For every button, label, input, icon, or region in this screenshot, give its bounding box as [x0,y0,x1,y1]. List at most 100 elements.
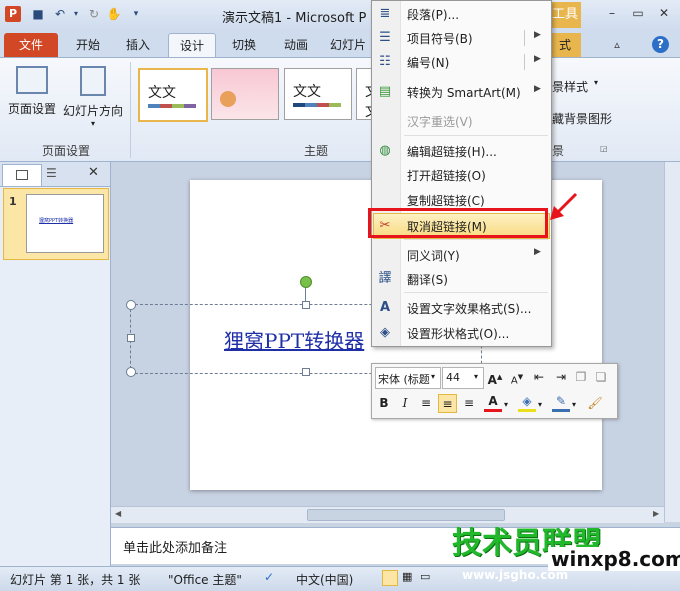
menu-item-label: 翻译(S) [407,273,448,287]
menu-item-bullets[interactable]: ☰ 项目符号(B) ▶ [374,26,549,50]
grow-font-icon[interactable]: A▲ [486,368,504,387]
save-icon[interactable]: ■ [30,6,46,22]
align-center-icon[interactable]: ≡ [438,394,457,413]
theme-color-strip [148,104,196,108]
window-title: 演示文稿1 - Microsoft P [222,11,367,26]
chevron-down-icon[interactable]: ▾ [504,400,508,409]
theme-office[interactable]: 文文 [138,68,208,122]
menu-item-convert-smartart[interactable]: ▤ 转换为 SmartArt(M) ▶ [374,80,549,104]
tab-insert[interactable]: 插入 [116,33,160,57]
menu-item-synonyms[interactable]: 同义词(Y) ▶ [374,243,549,267]
slide-hyperlink-text[interactable]: 狸窝PPT转换器 [224,325,364,354]
slide-sorter-icon[interactable]: ▦ [402,570,412,583]
normal-view-icon[interactable] [382,570,398,586]
minimize-icon[interactable]: – [600,4,624,22]
language-indicator[interactable]: 中文(中国) [296,571,353,588]
menu-item-shape-format[interactable]: ◈ 设置形状格式(O)... [374,321,549,345]
scroll-left-icon[interactable]: ◀ [115,509,121,518]
menu-item-label: 复制超链接(C) [407,194,485,208]
align-left-icon[interactable]: ≡ [417,394,435,412]
slide-orientation-label: 幻灯片方向 [62,104,123,118]
menu-item-text-effects[interactable]: A 设置文字效果格式(S)... [374,296,549,320]
chevron-down-icon[interactable]: ▾ [474,372,478,381]
tab-design[interactable]: 设计 [168,33,216,58]
decrease-indent-icon[interactable]: ⇤ [530,368,548,386]
split-divider [524,54,525,70]
menu-item-paragraph[interactable]: ≣ 段落(P)... [374,2,549,26]
dialog-launcher-icon[interactable]: ◲ [600,144,608,153]
shrink-font-icon[interactable]: A▼ [508,368,526,386]
bold-icon[interactable]: B [375,394,393,412]
rotate-handle[interactable] [300,276,312,288]
help-icon[interactable]: ? [652,36,669,53]
tab-home[interactable]: 开始 [66,33,110,57]
customize-qat-icon[interactable]: ▾ [128,6,144,22]
group-label-themes: 主题 [304,144,329,158]
menu-item-open-hyperlink[interactable]: 打开超链接(O) [374,163,549,187]
align-right-icon[interactable]: ≡ [460,394,478,412]
font-color-icon[interactable]: A [484,394,502,412]
touch-mode-icon[interactable]: ✋ [106,6,122,22]
watermark-site: winxp8.com [548,547,680,571]
spellcheck-icon[interactable]: ✓ [264,570,274,584]
resize-handle[interactable] [302,368,310,376]
tab-format[interactable]: 式 [549,33,581,57]
powerpoint-app-icon[interactable]: P [5,6,21,22]
bring-forward-icon[interactable]: ❐ [572,368,590,386]
minimize-ribbon-icon[interactable]: ▵ [606,33,628,57]
tab-slideshow[interactable]: 幻灯片 [326,33,370,57]
scroll-right-icon[interactable]: ▶ [653,509,659,518]
bullets-icon: ☰ [379,30,391,45]
undo-dropdown-icon[interactable]: ▾ [68,6,84,22]
resize-handle[interactable] [127,334,135,342]
vertical-scrollbar[interactable] [664,162,680,522]
highlight-box [368,208,548,238]
resize-handle[interactable] [126,367,136,377]
page-setup-icon [16,66,48,94]
chevron-down-icon[interactable]: ▾ [572,400,576,409]
reading-view-icon[interactable]: ▭ [420,570,430,583]
menu-separator [404,292,548,293]
theme-label: 文文 [293,84,321,100]
menu-item-label: 项目符号(B) [407,32,473,46]
tab-animations[interactable]: 动画 [274,33,318,57]
background-styles-button[interactable]: 景样式 [552,78,588,95]
redo-icon[interactable]: ↻ [86,6,102,22]
resize-handle[interactable] [302,301,310,309]
menu-item-translate[interactable]: 譯 翻译(S) [374,267,549,291]
chevron-down-icon[interactable]: ▾ [538,400,542,409]
theme-plain[interactable]: 文文 [284,68,352,120]
outline-icon[interactable]: ☰ [46,166,62,180]
menu-item-edit-hyperlink[interactable]: ◍ 编辑超链接(H)... [374,139,549,163]
send-backward-icon[interactable]: ❏ [592,368,610,386]
menu-item-label: 汉字重选(V) [407,115,473,129]
theme-figure-icon [220,91,236,107]
theme-name[interactable]: "Office 主题" [168,571,242,588]
slide-orientation-button[interactable]: 幻灯片方向 ▾ [62,64,124,128]
slide-thumbnail-selected[interactable]: 1 狸窝PPT转换器 [3,188,109,260]
increase-indent-icon[interactable]: ⇥ [552,368,570,386]
italic-icon[interactable]: I [396,394,414,412]
theme-pink[interactable] [211,68,279,120]
tab-transitions[interactable]: 切换 [222,33,266,57]
menu-separator [404,239,548,240]
tab-file[interactable]: 文件 [4,33,58,57]
menu-item-numbering[interactable]: ☷ 编号(N) ▶ [374,50,549,74]
resize-handle[interactable] [126,300,136,310]
tab-slides[interactable] [2,164,42,186]
shape-fill-icon[interactable]: ◈ [518,394,536,412]
mini-toolbar: 宋体 (标题 ▾ 44 ▾ A▲ A▼ ⇤ ⇥ ❐ ❏ B I ≡ ≡ ≡ A … [371,363,618,419]
close-icon[interactable]: ✕ [652,4,676,22]
title-bar: P ■ ↶ ▾ ↻ ✋ ▾ 演示文稿1 - Microsoft P 工具 – ▭… [0,0,680,30]
slide-orientation-icon [80,66,106,96]
shape-outline-icon[interactable]: ✎ [552,394,570,412]
close-pane-icon[interactable]: ✕ [88,165,99,180]
menu-item-label: 打开超链接(O) [407,169,486,183]
format-painter-icon[interactable]: 🖌 [586,394,604,412]
menu-item-label: 转换为 SmartArt(M) [407,86,521,100]
hide-background-checkbox[interactable]: 藏背景图形 [552,110,612,127]
page-setup-button[interactable]: 页面设置 [6,64,58,117]
maximize-icon[interactable]: ▭ [626,4,650,22]
chevron-down-icon[interactable]: ▾ [431,372,435,381]
undo-icon[interactable]: ↶ [52,6,68,22]
